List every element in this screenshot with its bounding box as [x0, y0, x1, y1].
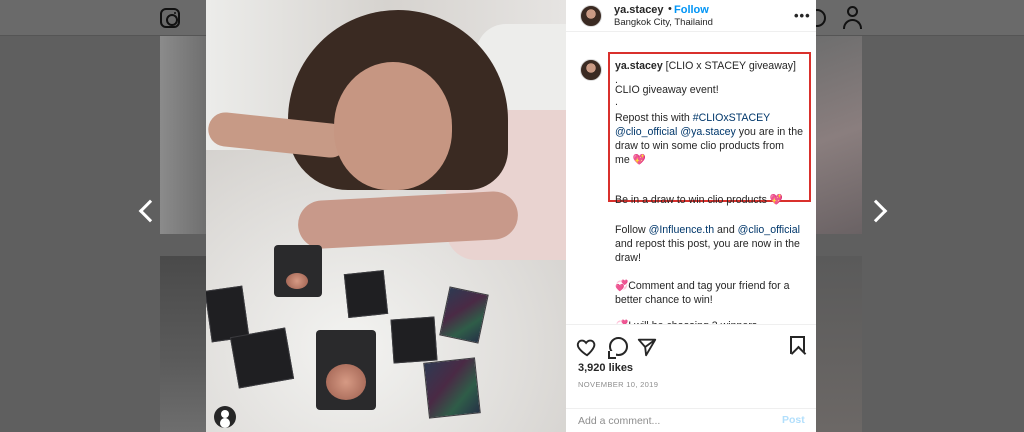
- header-separator: •: [668, 3, 672, 15]
- caption-link[interactable]: @clio_official: [615, 126, 677, 138]
- caption-line: 💞Comment and tag your friend for a: [615, 279, 790, 293]
- post-location[interactable]: Bangkok City, Thailaind: [614, 17, 713, 28]
- caption-link[interactable]: @clio_official: [738, 224, 800, 236]
- post-header: ya.stacey • Follow Bangkok City, Thailai…: [566, 0, 816, 32]
- share-icon[interactable]: [636, 336, 658, 358]
- bookmark-icon[interactable]: [790, 336, 805, 354]
- caption-line: draw to win some clio products from: [615, 139, 784, 153]
- background-feed-image: [160, 36, 206, 234]
- caption-username[interactable]: ya.stacey: [615, 60, 663, 72]
- caption-line: Follow @Influence.th and @clio_official: [615, 223, 800, 237]
- caption-text-fragment: better chance to win!: [615, 294, 713, 306]
- caption-line: .: [615, 95, 618, 109]
- caption-line: @clio_official @ya.stacey you are in the: [615, 125, 803, 139]
- caption-area: ya.stacey [CLIO x STACEY giveaway]. CLIO …: [566, 33, 816, 324]
- caption-text-fragment: 💞Comment and tag your friend for a: [615, 280, 790, 292]
- background-feed-image: [160, 256, 206, 432]
- caption-line: CLIO giveaway event!: [615, 83, 719, 97]
- caption-text-fragment: draw to win some clio products from: [615, 140, 784, 152]
- background-feed-image: [816, 36, 862, 234]
- caption-text-fragment: Repost this with: [615, 112, 693, 124]
- caption-avatar[interactable]: [580, 59, 602, 81]
- caption-line: me 💖: [615, 153, 646, 167]
- avatar[interactable]: [580, 5, 602, 27]
- post-username[interactable]: ya.stacey: [614, 4, 664, 16]
- comment-input[interactable]: [578, 412, 758, 430]
- caption-link[interactable]: @Influence.th: [649, 224, 715, 236]
- caption-text-fragment: Be in a draw to win clio products 💖: [615, 194, 784, 206]
- caption-line: and repost this post, you are now in the: [615, 237, 800, 251]
- caption-link[interactable]: @ya.stacey: [680, 126, 736, 138]
- profile-icon: [842, 6, 864, 30]
- caption-text-fragment: .: [615, 96, 618, 108]
- post-actions: 3,920 likes NOVEMBER 10, 2019: [566, 324, 816, 408]
- follow-button[interactable]: Follow: [674, 4, 709, 16]
- next-post-arrow-icon[interactable]: [864, 199, 888, 223]
- post-date: NOVEMBER 10, 2019: [578, 380, 659, 389]
- caption-text-fragment: Follow: [615, 224, 649, 236]
- caption-text-fragment: and: [714, 224, 738, 236]
- post-side-panel: ya.stacey • Follow Bangkok City, Thailai…: [566, 0, 816, 432]
- caption-line: better chance to win!: [615, 293, 713, 307]
- caption-line: draw!: [615, 251, 641, 265]
- caption-link[interactable]: #CLIOxSTACEY: [693, 112, 771, 124]
- caption-text-fragment: and repost this post, you are now in the: [615, 238, 800, 250]
- caption-text-fragment: me 💖: [615, 154, 646, 166]
- caption-line: ya.stacey [CLIO x STACEY giveaway]: [615, 59, 796, 73]
- caption-text-fragment: draw!: [615, 252, 641, 264]
- add-comment-bar: Post: [566, 408, 816, 432]
- caption-line: Be in a draw to win clio products 💖: [615, 193, 783, 207]
- caption-line: Repost this with #CLIOxSTACEY: [615, 111, 770, 125]
- caption-text-fragment: CLIO giveaway event!: [615, 84, 719, 96]
- post-comment-button[interactable]: Post: [782, 414, 805, 426]
- previous-post-arrow-icon[interactable]: [138, 199, 162, 223]
- heart-icon[interactable]: [576, 336, 598, 358]
- post-photo: [206, 0, 566, 432]
- instagram-logo-icon: [160, 8, 180, 28]
- tagged-user-icon[interactable]: [214, 406, 236, 428]
- like-count[interactable]: 3,920 likes: [578, 362, 633, 374]
- background-feed-image: [816, 256, 862, 432]
- caption-text-fragment: [CLIO x STACEY giveaway]: [662, 60, 796, 72]
- comment-icon[interactable]: [608, 337, 628, 359]
- more-options-icon[interactable]: •••: [794, 8, 811, 23]
- caption-text-fragment: you are in the: [735, 126, 803, 138]
